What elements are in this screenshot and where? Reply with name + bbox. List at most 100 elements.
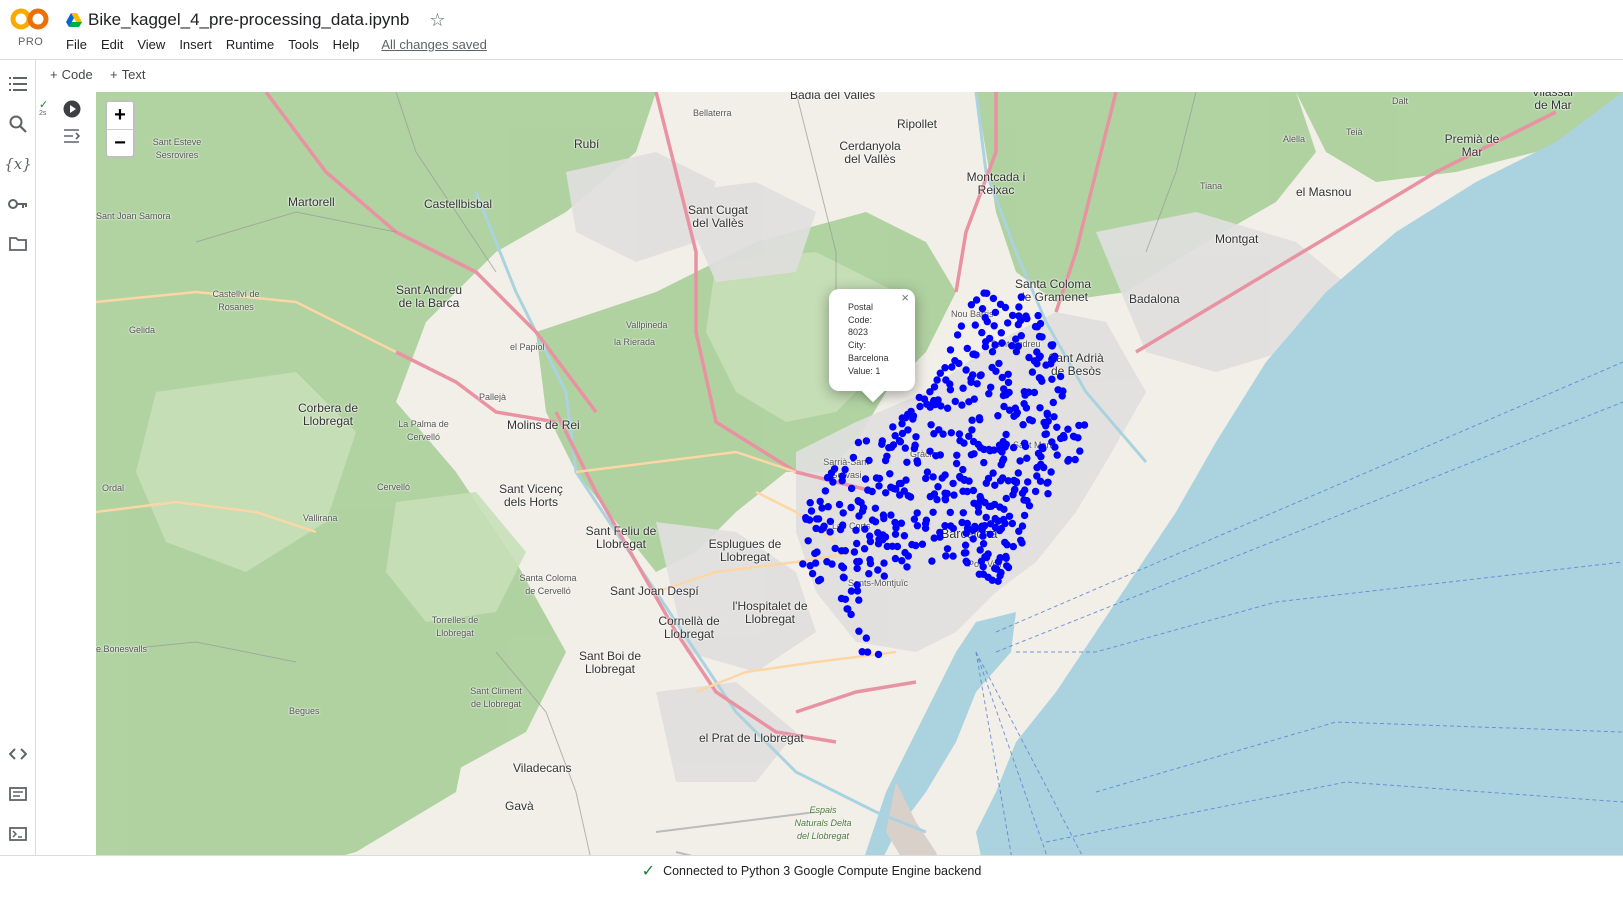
- postal-code-marker[interactable]: [1020, 439, 1029, 447]
- postal-code-marker[interactable]: [996, 526, 1004, 535]
- postal-code-marker[interactable]: [983, 289, 991, 298]
- postal-code-marker[interactable]: [823, 473, 832, 482]
- postal-code-marker[interactable]: [978, 328, 986, 337]
- postal-code-marker[interactable]: [903, 458, 911, 466]
- postal-code-marker[interactable]: [1014, 469, 1022, 477]
- postal-code-marker[interactable]: [995, 359, 1003, 368]
- postal-code-marker[interactable]: [807, 507, 816, 515]
- postal-code-marker[interactable]: [1058, 392, 1066, 400]
- zoom-in-button[interactable]: +: [107, 102, 133, 129]
- postal-code-marker[interactable]: [988, 348, 997, 356]
- postal-code-marker[interactable]: [971, 524, 980, 533]
- postal-code-marker[interactable]: [901, 548, 909, 557]
- postal-code-marker[interactable]: [874, 650, 883, 659]
- postal-code-marker[interactable]: [989, 469, 997, 477]
- postal-code-marker[interactable]: [946, 380, 954, 388]
- postal-code-marker[interactable]: [986, 530, 994, 538]
- postal-code-marker[interactable]: [1035, 332, 1044, 341]
- postal-code-marker[interactable]: [1053, 423, 1061, 431]
- postal-code-marker[interactable]: [1047, 468, 1055, 476]
- postal-code-marker[interactable]: [938, 474, 946, 482]
- postal-code-marker[interactable]: [1014, 320, 1022, 329]
- postal-code-marker[interactable]: [1023, 454, 1031, 462]
- postal-code-marker[interactable]: [855, 627, 863, 635]
- postal-code-marker[interactable]: [916, 402, 924, 411]
- postal-code-marker[interactable]: [959, 487, 967, 495]
- terminal-icon[interactable]: [6, 822, 30, 846]
- postal-code-marker[interactable]: [929, 508, 937, 516]
- postal-code-marker[interactable]: [968, 416, 976, 424]
- postal-code-marker[interactable]: [1043, 479, 1051, 487]
- postal-code-marker[interactable]: [898, 420, 906, 428]
- postal-code-marker[interactable]: [991, 481, 999, 489]
- postal-code-marker[interactable]: [994, 412, 1002, 420]
- menu-tools[interactable]: Tools: [288, 37, 324, 52]
- postal-code-marker[interactable]: [963, 344, 971, 353]
- postal-code-marker[interactable]: [843, 605, 851, 613]
- postal-code-marker[interactable]: [959, 465, 967, 474]
- postal-code-marker[interactable]: [950, 491, 958, 499]
- postal-code-marker[interactable]: [991, 514, 999, 523]
- postal-code-marker[interactable]: [1004, 319, 1012, 327]
- postal-code-marker[interactable]: [991, 564, 999, 573]
- postal-code-marker[interactable]: [868, 487, 876, 496]
- postal-code-marker[interactable]: [840, 574, 848, 582]
- postal-code-marker[interactable]: [865, 570, 873, 578]
- postal-code-marker[interactable]: [1020, 400, 1028, 408]
- postal-code-marker[interactable]: [852, 526, 860, 534]
- postal-code-marker[interactable]: [906, 493, 915, 501]
- postal-code-marker[interactable]: [861, 525, 869, 533]
- postal-code-marker[interactable]: [930, 383, 939, 391]
- postal-code-marker[interactable]: [1018, 539, 1026, 547]
- postal-code-marker[interactable]: [841, 465, 849, 474]
- postal-code-marker[interactable]: [913, 522, 922, 530]
- postal-code-marker[interactable]: [882, 489, 890, 497]
- postal-code-marker[interactable]: [909, 412, 918, 420]
- postal-code-marker[interactable]: [1025, 502, 1034, 510]
- postal-code-marker[interactable]: [1028, 368, 1037, 376]
- postal-code-marker[interactable]: [975, 414, 984, 422]
- output-options-icon[interactable]: [63, 128, 83, 144]
- postal-code-marker[interactable]: [985, 334, 994, 343]
- postal-code-marker[interactable]: [880, 514, 888, 523]
- postal-code-marker[interactable]: [1048, 375, 1056, 383]
- postal-code-marker[interactable]: [866, 537, 875, 546]
- postal-code-marker[interactable]: [901, 444, 909, 452]
- postal-code-marker[interactable]: [1064, 425, 1072, 433]
- postal-code-marker[interactable]: [811, 549, 819, 558]
- postal-code-marker[interactable]: [1005, 512, 1014, 520]
- close-icon[interactable]: ×: [901, 291, 909, 305]
- postal-code-marker[interactable]: [1070, 433, 1078, 441]
- postal-code-marker[interactable]: [816, 497, 824, 506]
- colab-logo[interactable]: PRO: [10, 6, 54, 52]
- run-cell-icon[interactable]: [63, 100, 81, 118]
- postal-code-marker[interactable]: [959, 384, 967, 392]
- postal-code-marker[interactable]: [847, 610, 855, 619]
- postal-code-marker[interactable]: [1000, 505, 1008, 513]
- postal-code-marker[interactable]: [1025, 416, 1034, 424]
- postal-code-marker[interactable]: [880, 572, 888, 580]
- postal-code-marker[interactable]: [968, 426, 976, 434]
- postal-code-marker[interactable]: [847, 587, 856, 595]
- postal-code-marker[interactable]: [930, 534, 938, 542]
- postal-code-marker[interactable]: [855, 557, 863, 566]
- postal-code-marker[interactable]: [879, 536, 887, 544]
- postal-code-marker[interactable]: [826, 528, 834, 536]
- postal-code-marker[interactable]: [1035, 353, 1043, 362]
- postal-code-marker[interactable]: [959, 509, 967, 517]
- postal-code-marker[interactable]: [1008, 311, 1017, 320]
- postal-code-marker[interactable]: [1040, 463, 1048, 472]
- postal-code-marker[interactable]: [808, 569, 817, 578]
- postal-code-marker[interactable]: [953, 451, 961, 459]
- postal-code-marker[interactable]: [889, 423, 897, 431]
- postal-code-marker[interactable]: [1015, 303, 1023, 311]
- postal-code-marker[interactable]: [1016, 457, 1024, 465]
- postal-code-marker[interactable]: [1053, 451, 1061, 459]
- postal-code-marker[interactable]: [1001, 538, 1009, 547]
- postal-code-marker[interactable]: [885, 444, 893, 452]
- postal-code-marker[interactable]: [858, 507, 867, 515]
- postal-code-marker[interactable]: [839, 509, 847, 517]
- code-snippets-icon[interactable]: [6, 742, 30, 766]
- postal-code-marker[interactable]: [1019, 421, 1027, 429]
- postal-code-marker[interactable]: [965, 432, 973, 440]
